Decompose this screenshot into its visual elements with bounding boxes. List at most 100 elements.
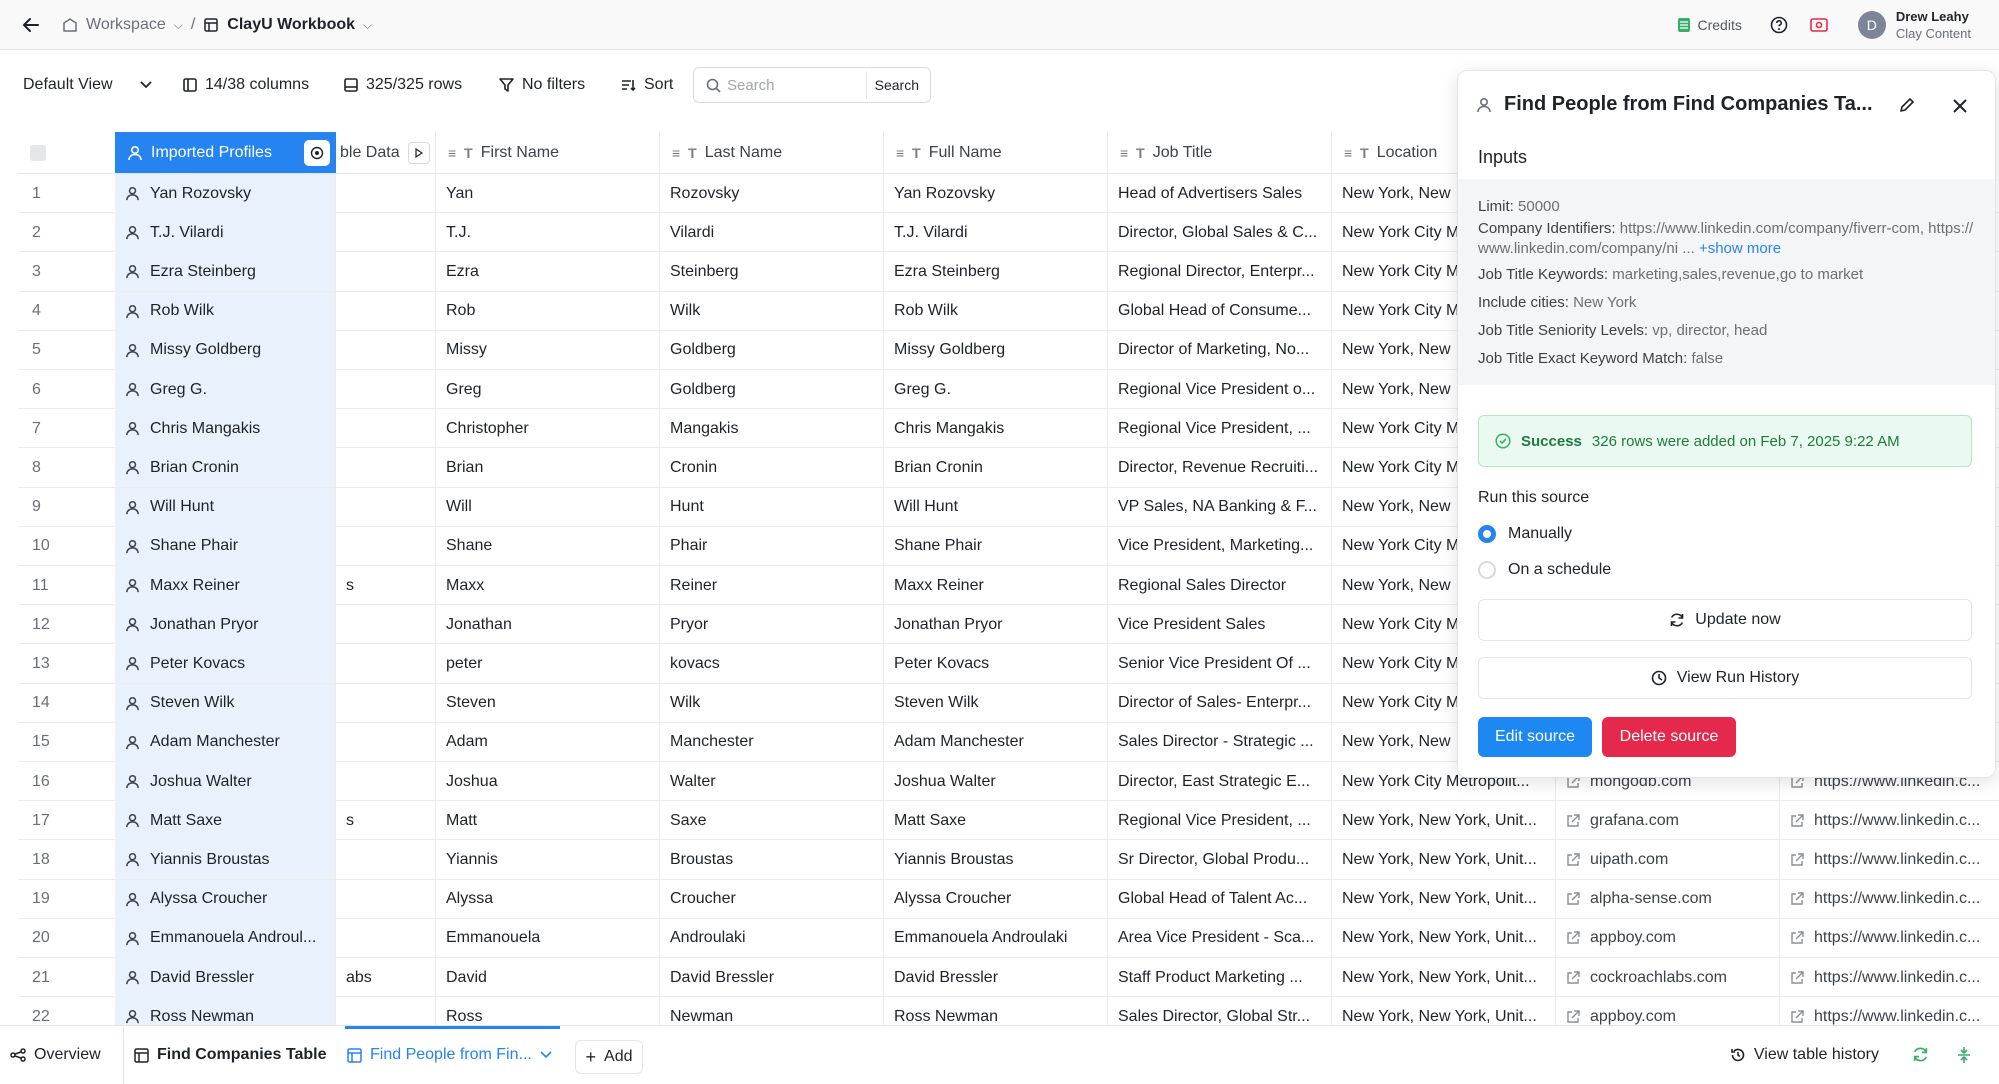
last-name-cell[interactable]: Hunt [660, 487, 884, 527]
radio-schedule[interactable]: On a schedule [1478, 561, 1611, 579]
chevron-down-icon[interactable] [540, 1051, 552, 1059]
table-row[interactable]: 22 Ross Newman Ross Newman Ross Newman Sales … [18, 997, 1999, 1025]
table-data-cell[interactable] [336, 762, 436, 801]
location-cell[interactable]: New York, New York, Unit... [1332, 958, 1556, 997]
table-data-cell[interactable] [336, 840, 436, 880]
row-number[interactable]: 10 [18, 527, 115, 566]
profile-cell[interactable]: Shane Phair [115, 526, 336, 566]
column-header-full-name[interactable]: ≡ T Full Name [884, 132, 1108, 174]
first-name-cell[interactable]: Alyssa [436, 879, 660, 919]
first-name-cell[interactable]: peter [436, 644, 660, 684]
row-number[interactable]: 17 [18, 801, 115, 840]
domain-cell[interactable]: cockroachlabs.com [1556, 958, 1780, 997]
tab-find-companies[interactable]: Find Companies Table [134, 1026, 327, 1084]
job-title-cell[interactable]: Regional Vice President, ... [1108, 409, 1332, 449]
full-name-cell[interactable]: Brian Cronin [884, 448, 1108, 488]
row-number[interactable]: 20 [18, 919, 115, 958]
full-name-cell[interactable]: Emmanouela Androulaki [884, 918, 1108, 958]
external-link-icon[interactable] [1566, 853, 1580, 867]
table-data-cell[interactable] [336, 409, 436, 449]
full-name-cell[interactable]: Jonathan Pryor [884, 605, 1108, 645]
table-data-cell[interactable]: abs [336, 958, 436, 997]
breadcrumb-workbook[interactable]: ClayU Workbook [227, 16, 355, 34]
linkedin-cell[interactable]: https://www.linkedin.c... [1780, 801, 1999, 840]
profile-cell[interactable]: T.J. Vilardi [115, 213, 336, 253]
external-link-icon[interactable] [1790, 853, 1804, 867]
radio-manually[interactable]: Manually [1478, 525, 1572, 543]
first-name-cell[interactable]: Adam [436, 722, 660, 762]
job-title-cell[interactable]: Director, Global Sales & C... [1108, 213, 1332, 253]
full-name-cell[interactable]: Chris Mangakis [884, 409, 1108, 449]
last-name-cell[interactable]: Saxe [660, 801, 884, 841]
job-title-cell[interactable]: Sales Director, Global Str... [1108, 997, 1332, 1025]
edit-pencil-icon[interactable] [1899, 97, 1915, 113]
row-number[interactable]: 19 [18, 880, 115, 919]
table-data-cell[interactable] [336, 291, 436, 331]
profile-cell[interactable]: Missy Goldberg [115, 330, 336, 370]
location-cell[interactable]: New York, New York, Unit... [1332, 918, 1556, 958]
first-name-cell[interactable]: Yan [436, 174, 660, 213]
profile-cell[interactable]: Adam Manchester [115, 722, 336, 762]
breadcrumb-workspace[interactable]: Workspace [86, 16, 166, 34]
profile-cell[interactable]: Will Hunt [115, 487, 336, 527]
full-name-cell[interactable]: Will Hunt [884, 487, 1108, 527]
table-data-cell[interactable] [336, 448, 436, 488]
profile-cell[interactable]: Steven Wilk [115, 683, 336, 723]
row-number[interactable]: 3 [18, 252, 115, 291]
linkedin-cell[interactable]: https://www.linkedin.c... [1780, 958, 1999, 997]
last-name-cell[interactable]: Androulaki [660, 918, 884, 958]
last-name-cell[interactable]: Rozovsky [660, 174, 884, 213]
full-name-cell[interactable]: Yiannis Broustas [884, 840, 1108, 880]
update-now-button[interactable]: Update now [1478, 599, 1972, 641]
profile-cell[interactable]: Ross Newman [115, 997, 336, 1025]
job-title-cell[interactable]: Staff Product Marketing ... [1108, 958, 1332, 997]
table-data-cell[interactable] [336, 997, 436, 1025]
first-name-cell[interactable]: Ezra [436, 252, 660, 292]
full-name-cell[interactable]: Greg G. [884, 370, 1108, 409]
linkedin-cell[interactable]: https://www.linkedin.c... [1780, 880, 1999, 919]
job-title-cell[interactable]: Regional Director, Enterpr... [1108, 252, 1332, 292]
full-name-cell[interactable]: Maxx Reiner [884, 566, 1108, 605]
table-data-cell[interactable] [336, 370, 436, 409]
last-name-cell[interactable]: David Bressler [660, 958, 884, 997]
search-input[interactable] [727, 70, 877, 100]
column-header-imported-profiles[interactable]: Imported Profiles [115, 132, 336, 174]
job-title-cell[interactable]: Director of Sales- Enterpr... [1108, 683, 1332, 723]
last-name-cell[interactable]: Wilk [660, 683, 884, 723]
profile-cell[interactable]: Alyssa Croucher [115, 879, 336, 919]
external-link-icon[interactable] [1790, 1009, 1804, 1024]
full-name-cell[interactable]: Shane Phair [884, 526, 1108, 566]
help-icon[interactable] [1770, 16, 1788, 34]
last-name-cell[interactable]: Reiner [660, 566, 884, 605]
first-name-cell[interactable]: Maxx [436, 566, 660, 605]
table-row[interactable]: 20 Emmanouela Androul... Emmanouela Androul… [18, 918, 1999, 958]
search-button[interactable]: Search [865, 71, 927, 99]
row-number[interactable]: 8 [18, 448, 115, 487]
row-number[interactable]: 21 [18, 958, 115, 997]
first-name-cell[interactable]: Rob [436, 291, 660, 331]
location-cell[interactable]: New York, New York, Unit... [1332, 879, 1556, 919]
last-name-cell[interactable]: Steinberg [660, 252, 884, 292]
job-title-cell[interactable]: Regional Vice President, ... [1108, 801, 1332, 841]
last-name-cell[interactable]: Newman [660, 997, 884, 1025]
full-name-cell[interactable]: Joshua Walter [884, 762, 1108, 801]
table-data-cell[interactable] [336, 644, 436, 684]
chevron-down-icon[interactable]: ⌵ [174, 18, 183, 33]
last-name-cell[interactable]: Pryor [660, 605, 884, 645]
back-arrow-icon[interactable] [18, 12, 44, 38]
row-number[interactable]: 9 [18, 488, 115, 527]
last-name-cell[interactable]: Croucher [660, 879, 884, 919]
credits-button[interactable]: Credits [1677, 17, 1742, 33]
first-name-cell[interactable]: Steven [436, 683, 660, 723]
domain-cell[interactable]: grafana.com [1556, 801, 1780, 841]
job-title-cell[interactable]: Regional Sales Director [1108, 566, 1332, 605]
profile-cell[interactable]: Greg G. [115, 370, 336, 409]
column-header-first-name[interactable]: ≡ T First Name [436, 132, 660, 174]
column-header-job-title[interactable]: ≡ T Job Title [1108, 132, 1332, 174]
profile-cell[interactable]: Yiannis Broustas [115, 840, 336, 880]
radio-button[interactable] [1478, 561, 1496, 579]
domain-cell[interactable]: appboy.com [1556, 918, 1780, 958]
last-name-cell[interactable]: kovacs [660, 644, 884, 684]
last-name-cell[interactable]: Walter [660, 762, 884, 801]
job-title-cell[interactable]: Director of Marketing, No... [1108, 330, 1332, 370]
